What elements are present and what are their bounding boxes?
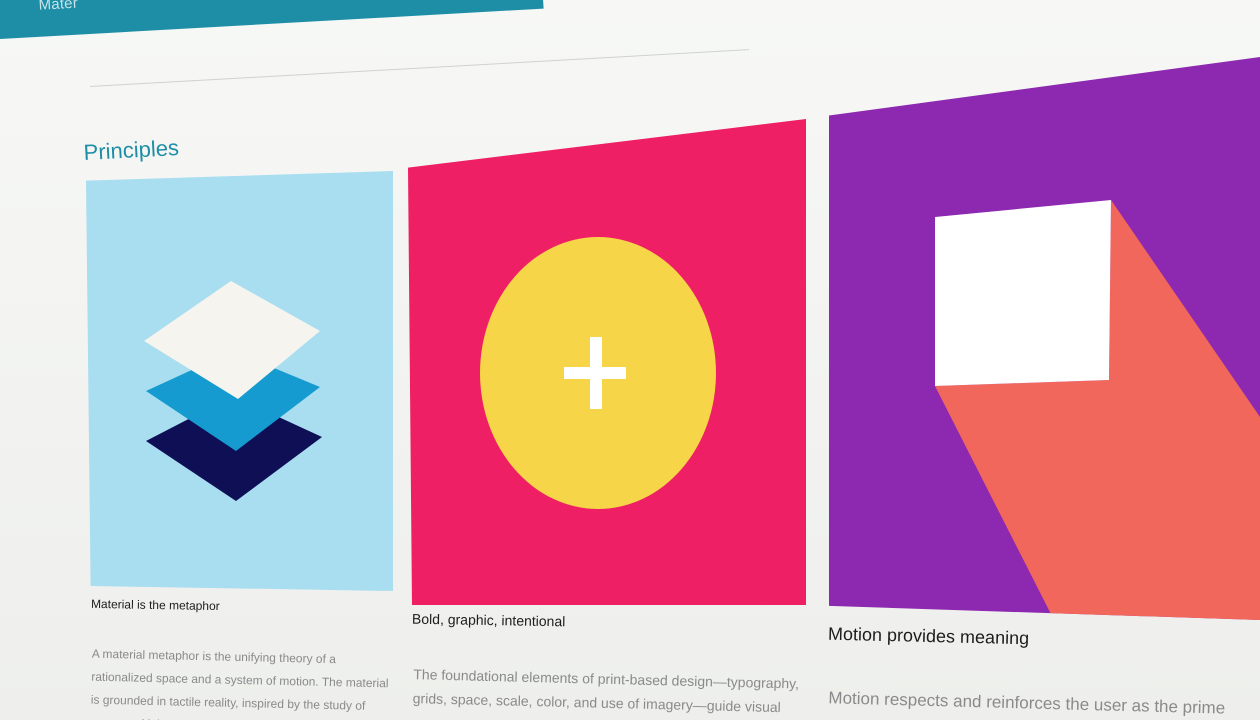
app-bar-title[interactable]: Mater bbox=[38, 0, 78, 14]
square-shadow-icon bbox=[829, 57, 1260, 620]
section-title: Principles bbox=[83, 135, 180, 165]
stacked-layers-icon bbox=[86, 171, 393, 591]
principle-card-motion[interactable] bbox=[829, 57, 1260, 620]
material-design-page: Mater Principles Material is the metapho… bbox=[0, 0, 1260, 720]
card-title-motion: Motion provides meaning bbox=[827, 623, 1030, 649]
card-body-metaphor: A material metaphor is the unifying theo… bbox=[90, 646, 389, 720]
card-title-bold: Bold, graphic, intentional bbox=[411, 610, 566, 630]
principle-card-bold[interactable] bbox=[408, 119, 806, 605]
header-divider bbox=[90, 49, 750, 87]
app-bar: Mater bbox=[0, 0, 544, 40]
card-title-metaphor: Material is the metaphor bbox=[90, 596, 220, 614]
card-body-motion: Motion respects and reinforces the user … bbox=[827, 688, 1226, 720]
card-body-bold: The foundational elements of print-based… bbox=[412, 666, 800, 716]
add-circle-icon bbox=[408, 119, 806, 605]
principle-card-metaphor[interactable] bbox=[86, 171, 393, 591]
